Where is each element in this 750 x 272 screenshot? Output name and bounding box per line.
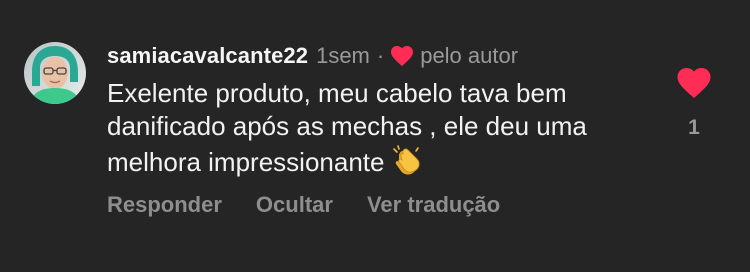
comment-text: Exelente produto, meu cabelo tava bem da… — [107, 78, 587, 177]
comment-header: samiacavalcante22 1sem · pelo autor — [107, 41, 518, 71]
comment-actions: Responder Ocultar Ver tradução — [107, 190, 534, 220]
username-link[interactable]: samiacavalcante22 — [107, 43, 308, 69]
like-heart-icon[interactable] — [676, 66, 712, 100]
hide-button[interactable]: Ocultar — [256, 192, 333, 218]
clapping-hands-icon — [390, 143, 424, 177]
like-count: 1 — [688, 116, 700, 139]
avatar[interactable] — [24, 42, 86, 104]
comment-item: samiacavalcante22 1sem · pelo autor Exel… — [0, 0, 750, 272]
separator-dot: · — [376, 43, 385, 68]
reply-button[interactable]: Responder — [107, 192, 222, 218]
liked-by-author-label: pelo autor — [420, 43, 519, 68]
author-liked-heart-icon — [390, 45, 414, 67]
timestamp: 1sem — [316, 43, 370, 68]
translate-button[interactable]: Ver tradução — [367, 192, 500, 218]
comment-body: Exelente produto, meu cabelo tava bem da… — [107, 77, 667, 179]
